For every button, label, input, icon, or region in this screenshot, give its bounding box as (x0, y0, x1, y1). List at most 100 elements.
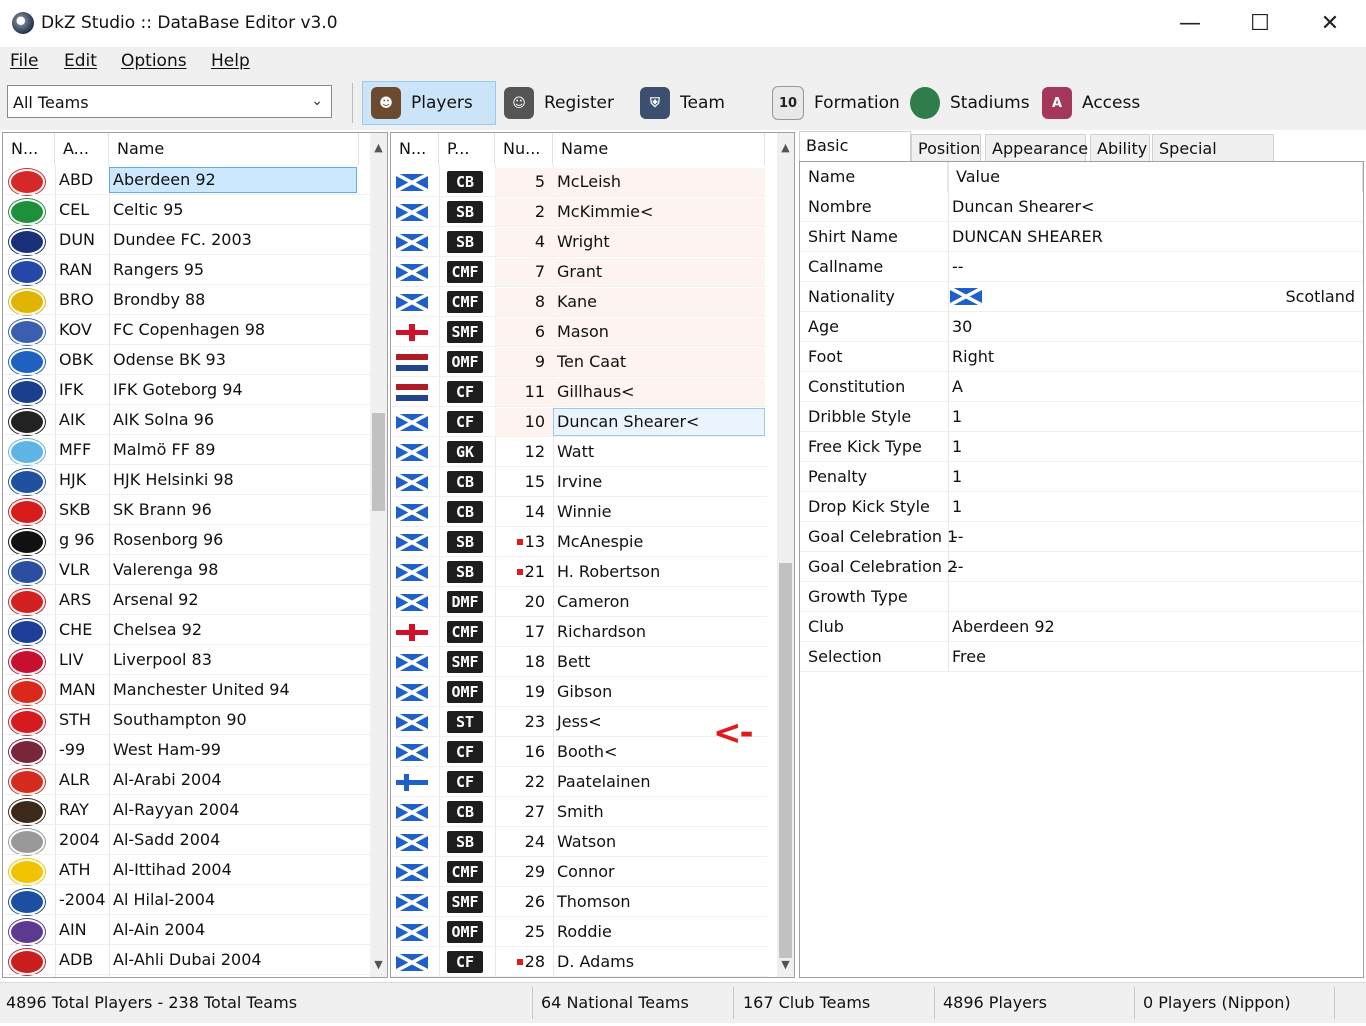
player-row[interactable]: SB 24 Watson (391, 827, 767, 857)
player-row[interactable]: CMF 8 Kane (391, 287, 767, 317)
team-row[interactable]: SKB SK Brann 96 (3, 495, 370, 525)
menu-options[interactable]: Options (121, 51, 187, 71)
team-row[interactable]: IFK IFK Goteborg 94 (3, 375, 370, 405)
detail-row[interactable]: Selection Free (800, 642, 1363, 672)
player-row[interactable]: CF 16 Booth< (391, 737, 767, 767)
team-row[interactable]: OBK Odense BK 93 (3, 345, 370, 375)
detail-row[interactable]: Nationality Scotland (800, 282, 1363, 312)
team-row[interactable]: RAN Rangers 95 (3, 255, 370, 285)
team-filter-dropdown[interactable]: All Teams ⌄ (7, 85, 332, 118)
players-header-number[interactable]: Nu... (495, 133, 553, 165)
player-row[interactable]: SB 4 Wright (391, 227, 767, 257)
minimize-button[interactable]: — (1155, 0, 1225, 47)
player-row[interactable]: CF 11 Gillhaus< (391, 377, 767, 407)
close-button[interactable]: ✕ (1295, 0, 1365, 47)
team-row[interactable]: ADB Al-Ahli Dubai 2004 (3, 945, 370, 975)
team-row[interactable]: ARS Arsenal 92 (3, 585, 370, 615)
team-row[interactable]: ABD Aberdeen 92 (3, 165, 370, 195)
scroll-thumb[interactable] (372, 413, 385, 511)
access-button[interactable]: A Access (1034, 81, 1154, 125)
players-button[interactable]: ☻ Players (362, 81, 496, 125)
detail-row[interactable]: Goal Celebration 2 -- (800, 552, 1363, 582)
teams-header-number[interactable]: N... (3, 133, 55, 165)
menu-edit[interactable]: Edit (64, 51, 97, 71)
player-row[interactable]: SB 2 McKimmie< (391, 197, 767, 227)
team-row[interactable]: STH Southampton 90 (3, 705, 370, 735)
team-row[interactable]: KOV FC Copenhagen 98 (3, 315, 370, 345)
team-row[interactable]: CEL Celtic 95 (3, 195, 370, 225)
team-button[interactable]: ⛨ Team (632, 81, 742, 125)
detail-row[interactable]: Club Aberdeen 92 (800, 612, 1363, 642)
player-row[interactable]: CB 5 McLeish (391, 167, 767, 197)
player-row[interactable]: SB 13 McAnespie (391, 527, 767, 557)
team-row[interactable]: -2004 Al Hilal-2004 (3, 885, 370, 915)
team-row[interactable]: MAN Manchester United 94 (3, 675, 370, 705)
team-row[interactable]: RAY Al-Rayyan 2004 (3, 795, 370, 825)
player-row[interactable]: CF 22 Paatelainen (391, 767, 767, 797)
player-row[interactable]: GK 12 Watt (391, 437, 767, 467)
detail-row[interactable]: Free Kick Type 1 (800, 432, 1363, 462)
player-row[interactable]: CF 28 D. Adams (391, 947, 767, 977)
scroll-up-icon[interactable]: ▲ (777, 139, 794, 156)
player-row[interactable]: CMF 17 Richardson (391, 617, 767, 647)
player-row[interactable]: CB 14 Winnie (391, 497, 767, 527)
menu-help[interactable]: Help (211, 51, 250, 71)
player-row[interactable]: SMF 26 Thomson (391, 887, 767, 917)
detail-row[interactable]: Shirt Name DUNCAN SHEARER (800, 222, 1363, 252)
team-row[interactable]: AIK AIK Solna 96 (3, 405, 370, 435)
formation-button[interactable]: 10 Formation (764, 81, 904, 125)
tab-basic-sittings[interactable]: Basic Sittings (799, 131, 911, 182)
team-row[interactable]: ALR Al-Arabi 2004 (3, 765, 370, 795)
player-row[interactable]: CF 10 Duncan Shearer< (391, 407, 767, 437)
stadiums-button[interactable]: Stadiums (902, 81, 1032, 125)
detail-row[interactable]: Foot Right (800, 342, 1363, 372)
team-row[interactable]: LIV Liverpool 83 (3, 645, 370, 675)
player-row[interactable]: SB 21 H. Robertson (391, 557, 767, 587)
team-row[interactable]: DUN Dundee FC. 2003 (3, 225, 370, 255)
scroll-up-icon[interactable]: ▲ (370, 139, 387, 156)
detail-row[interactable]: Constitution A (800, 372, 1363, 402)
team-row[interactable]: VLR Valerenga 98 (3, 555, 370, 585)
team-row[interactable]: g 96 Rosenborg 96 (3, 525, 370, 555)
menu-file[interactable]: File (10, 51, 38, 71)
detail-row[interactable]: Age 30 (800, 312, 1363, 342)
detail-row[interactable]: Penalty 1 (800, 462, 1363, 492)
player-row[interactable]: CB 15 Irvine (391, 467, 767, 497)
player-row[interactable]: ST 23 Jess< (391, 707, 767, 737)
detail-row[interactable]: Goal Celebration 1 -- (800, 522, 1363, 552)
player-row[interactable]: OMF 25 Roddie (391, 917, 767, 947)
team-row[interactable]: 2004 Al-Sadd 2004 (3, 825, 370, 855)
teams-scrollbar[interactable]: ▲ ▼ (370, 133, 387, 977)
tab-appearance[interactable]: Appearance (985, 134, 1088, 161)
player-row[interactable]: CB 27 Smith (391, 797, 767, 827)
register-button[interactable]: ☺ Register (496, 81, 624, 125)
team-row[interactable]: HJK HJK Helsinki 98 (3, 465, 370, 495)
teams-header-name[interactable]: Name (109, 133, 359, 165)
player-row[interactable]: SMF 6 Mason (391, 317, 767, 347)
player-row[interactable]: CMF 29 Connor (391, 857, 767, 887)
teams-header-abbr[interactable]: A... (55, 133, 109, 165)
scroll-thumb[interactable] (779, 563, 792, 958)
players-scrollbar[interactable]: ▲ ▼ (777, 133, 794, 977)
detail-row[interactable]: Drop Kick Style 1 (800, 492, 1363, 522)
team-row[interactable]: ATH Al-Ittihad 2004 (3, 855, 370, 885)
team-row[interactable]: AIN Al-Ain 2004 (3, 915, 370, 945)
players-header-position[interactable]: P... (439, 133, 495, 165)
scroll-down-icon[interactable]: ▼ (370, 956, 387, 973)
tab-ability[interactable]: Ability (1090, 134, 1150, 161)
scroll-down-icon[interactable]: ▼ (777, 956, 794, 973)
player-row[interactable]: OMF 19 Gibson (391, 677, 767, 707)
player-row[interactable]: CMF 7 Grant (391, 257, 767, 287)
team-row[interactable]: -99 West Ham-99 (3, 735, 370, 765)
player-row[interactable]: DMF 20 Cameron (391, 587, 767, 617)
detail-row[interactable]: Growth Type (800, 582, 1363, 612)
detail-row[interactable]: Dribble Style 1 (800, 402, 1363, 432)
detail-row[interactable]: Callname -- (800, 252, 1363, 282)
team-row[interactable]: CHE Chelsea 92 (3, 615, 370, 645)
team-row[interactable]: BRO Brondby 88 (3, 285, 370, 315)
team-row[interactable]: MFF Malmö FF 89 (3, 435, 370, 465)
tab-position[interactable]: Position (911, 134, 981, 161)
player-row[interactable]: SMF 18 Bett (391, 647, 767, 677)
players-header-name[interactable]: Name (553, 133, 765, 165)
maximize-button[interactable]: ☐ (1225, 0, 1295, 47)
